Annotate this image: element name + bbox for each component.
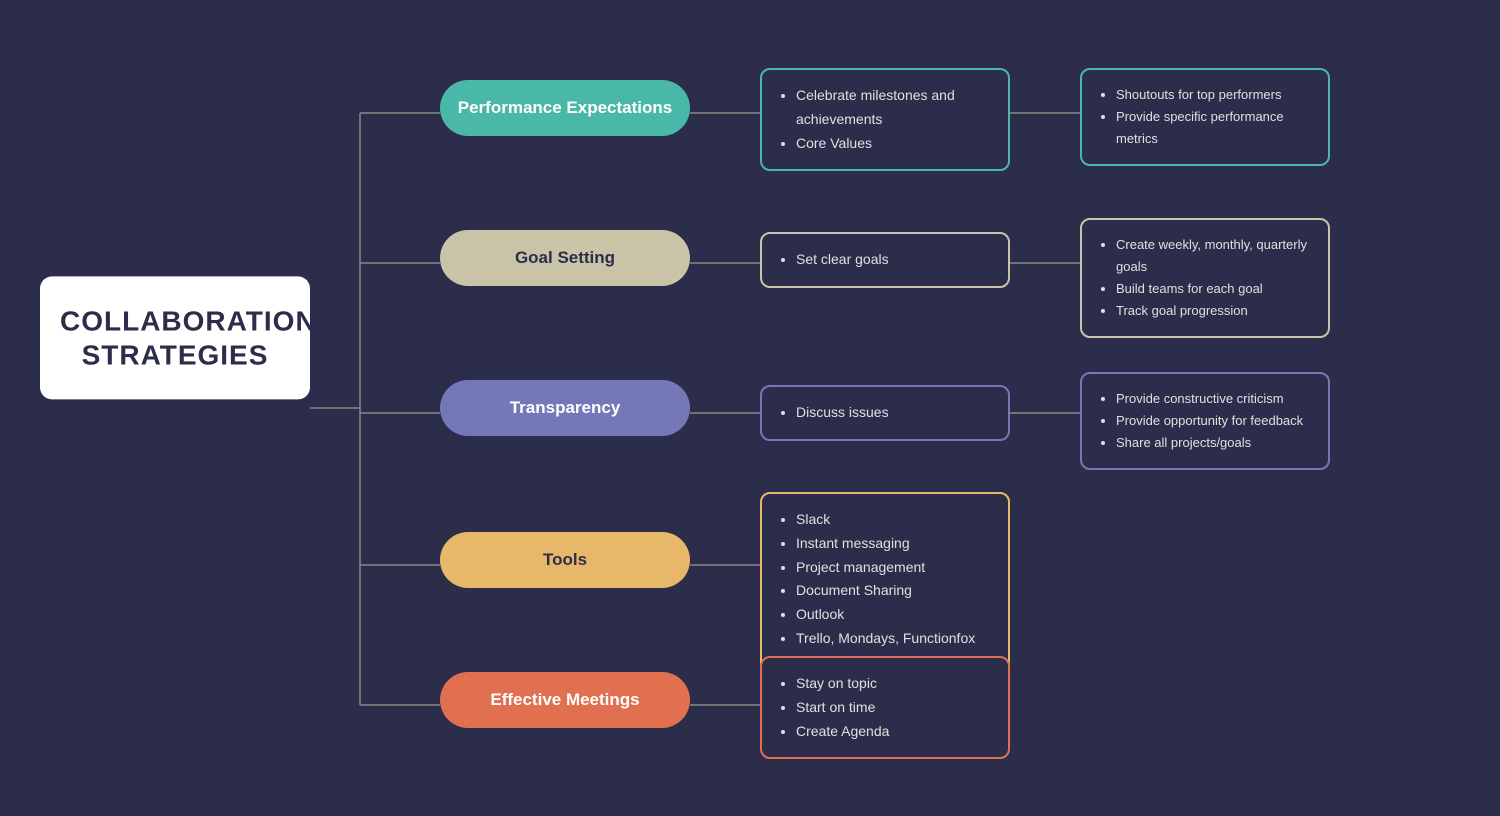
perf-exp-l2-list: Celebrate milestones and achievements Co… xyxy=(778,84,992,155)
branch-label: Effective Meetings xyxy=(490,690,639,709)
goal-l3-list: Create weekly, monthly, quarterly goals … xyxy=(1098,234,1312,322)
perf-exp-l3-list: Shoutouts for top performers Provide spe… xyxy=(1098,84,1312,150)
effective-meetings-level2: Stay on topic Start on time Create Agend… xyxy=(760,656,1010,759)
perf-exp-level2: Celebrate milestones and achievements Co… xyxy=(760,68,1010,171)
root-node: COLLABORATION STRATEGIES xyxy=(40,276,310,399)
tools-l2-list: Slack Instant messaging Project manageme… xyxy=(778,508,992,675)
goal-setting-level2: Set clear goals xyxy=(760,232,1010,288)
branch-transparency: Transparency xyxy=(440,380,690,436)
root-label: COLLABORATION STRATEGIES xyxy=(60,304,290,371)
goal-setting-level3: Create weekly, monthly, quarterly goals … xyxy=(1080,218,1330,338)
branch-performance-expectations: Performance Expectations xyxy=(440,80,690,136)
meetings-l2-list: Stay on topic Start on time Create Agend… xyxy=(778,672,992,743)
branch-label: Goal Setting xyxy=(515,248,615,267)
transparency-level3: Provide constructive criticism Provide o… xyxy=(1080,372,1330,470)
trans-l2-list: Discuss issues xyxy=(778,401,992,425)
branch-label: Performance Expectations xyxy=(458,98,672,117)
branch-tools: Tools xyxy=(440,532,690,588)
transparency-level2: Discuss issues xyxy=(760,385,1010,441)
branch-label: Transparency xyxy=(510,398,621,417)
perf-exp-level3: Shoutouts for top performers Provide spe… xyxy=(1080,68,1330,166)
trans-l3-list: Provide constructive criticism Provide o… xyxy=(1098,388,1312,454)
canvas: COLLABORATION STRATEGIES Performance Exp… xyxy=(0,0,1500,816)
branch-goal-setting: Goal Setting xyxy=(440,230,690,286)
goal-l2-list: Set clear goals xyxy=(778,248,992,272)
branch-effective-meetings: Effective Meetings xyxy=(440,672,690,728)
branch-label: Tools xyxy=(543,550,587,569)
